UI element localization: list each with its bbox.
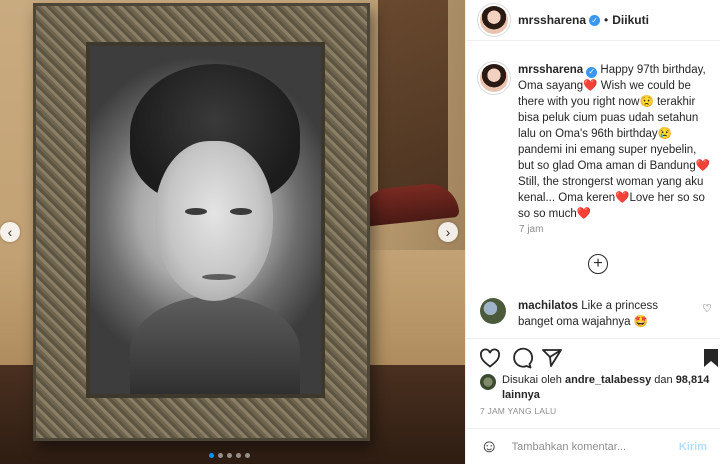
carousel-dot: [209, 453, 214, 458]
liker-avatar[interactable]: [480, 374, 496, 390]
liker-username[interactable]: andre_talabessy: [565, 374, 651, 386]
verified-badge-icon: ✓: [589, 14, 601, 26]
author-avatar[interactable]: [480, 6, 508, 34]
paper-plane-icon: [542, 349, 562, 367]
commenter-username[interactable]: machilatos: [518, 300, 578, 312]
portrait-shoulders: [130, 296, 300, 394]
post-header: mrssharena ✓ • Diikuti: [466, 0, 720, 41]
likes-prefix: Disukai oleh: [502, 374, 562, 386]
portrait-left-eye: [185, 208, 207, 215]
carousel-dot: [227, 453, 232, 458]
comment-button[interactable]: [509, 346, 534, 370]
carousel-indicator: [209, 453, 250, 458]
likes-connector: dan: [654, 374, 673, 386]
comment-bubble-icon: [513, 347, 534, 369]
background-lamp: [378, 0, 448, 210]
caption-username[interactable]: mrssharena: [518, 64, 583, 76]
posted-timestamp: 7 JAM YANG LALU: [480, 406, 557, 416]
heart-icon: [480, 348, 500, 368]
smiley-icon[interactable]: ☺: [480, 436, 500, 457]
post-details-panel: mrssharena ✓ • Diikuti mrssharena ✓ Happy…: [465, 0, 720, 464]
like-comment-heart-icon[interactable]: ♡: [702, 302, 712, 315]
save-button[interactable]: [699, 346, 720, 370]
carousel-dot: [245, 453, 250, 458]
post-caption: mrssharena ✓ Happy 97th birthday, Oma say…: [518, 62, 714, 222]
comment-body: machilatos Like a princess banget oma wa…: [518, 298, 688, 330]
portrait-right-eye: [230, 208, 252, 215]
author-username[interactable]: mrssharena: [518, 13, 586, 27]
load-more-comments-button[interactable]: +: [588, 254, 608, 274]
header-separator: •: [604, 13, 609, 27]
caption-text: Happy 97th birthday, Oma sayang❤️ Wish w…: [518, 64, 711, 220]
share-button[interactable]: [540, 346, 564, 370]
carousel-dot: [236, 453, 241, 458]
plus-circle-icon: +: [593, 255, 603, 272]
follow-status-button[interactable]: Diikuti: [612, 13, 649, 27]
next-photo-button[interactable]: ›: [438, 222, 458, 242]
picture-frame: [33, 3, 370, 441]
bookmark-icon: [704, 349, 718, 367]
comment-input[interactable]: [511, 440, 679, 453]
likes-text: Disukai oleh andre_talabessy dan 98,814 …: [502, 373, 710, 403]
action-bar: [466, 338, 720, 378]
portrait-mouth: [202, 274, 236, 280]
commenter-avatar[interactable]: [480, 298, 506, 324]
like-button[interactable]: [478, 346, 502, 370]
chevron-left-icon: ‹: [7, 224, 13, 240]
portrait-photo: [90, 46, 321, 394]
add-comment-bar: ☺ Kirim: [466, 428, 720, 464]
comment-item: machilatos Like a princess banget oma wa…: [480, 298, 714, 330]
post-photo[interactable]: ‹ ›: [0, 0, 465, 464]
caption-author-avatar[interactable]: [480, 64, 508, 92]
previous-photo-button[interactable]: ‹: [0, 222, 20, 242]
likes-summary: Disukai oleh andre_talabessy dan 98,814 …: [480, 373, 710, 403]
caption-verified-badge-icon: ✓: [586, 66, 598, 78]
post-comment-button[interactable]: Kirim: [679, 441, 707, 453]
post-time: 7 jam: [519, 224, 544, 235]
chevron-right-icon: ›: [445, 224, 451, 240]
carousel-dot: [218, 453, 223, 458]
caption-block: mrssharena ✓ Happy 97th birthday, Oma say…: [480, 62, 714, 222]
